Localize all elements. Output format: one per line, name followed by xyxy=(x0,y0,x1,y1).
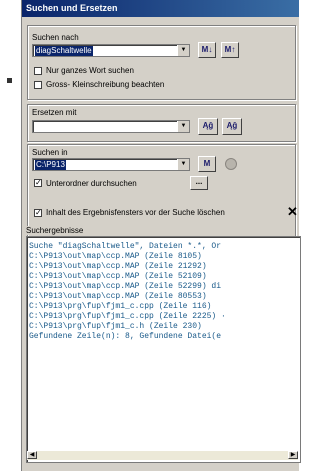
binoculars-down-icon: M↓ xyxy=(201,45,213,54)
result-line[interactable]: C:\P913\out\map\ccp.MAP (Zeile 52299) di xyxy=(29,282,221,292)
results-pane[interactable]: Suche "diagSchaltwelle", Dateien *.*, Or… xyxy=(26,236,301,463)
clear-results-label: Inhalt des Ergebnisfensters vor der Such… xyxy=(46,208,225,217)
close-icon[interactable]: ✕ xyxy=(287,205,298,219)
find-replace-dialog: Suchen und Ersetzen Suchen nach diagScha… xyxy=(21,0,301,471)
replace-all-icon: Ąĝ xyxy=(226,121,238,130)
find-up-button[interactable]: M↑ xyxy=(221,42,239,58)
result-line[interactable]: Suche "diagSchaltwelle", Dateien *.*, Or xyxy=(29,242,221,252)
whole-word-checkbox[interactable] xyxy=(34,67,42,75)
find-down-button[interactable]: M↓ xyxy=(198,42,216,58)
binoculars-up-icon: M↑ xyxy=(224,45,236,54)
binoculars-icon: M xyxy=(203,159,211,168)
chevron-down-icon[interactable]: ▼ xyxy=(177,121,189,132)
match-case-label: Gross- Kleinschreibung beachten xyxy=(46,80,165,89)
stop-icon[interactable] xyxy=(225,158,237,170)
result-line[interactable]: C:\P913\out\map\ccp.MAP (Zeile 21292) xyxy=(29,262,207,272)
search-label: Suchen nach xyxy=(32,33,79,42)
search-value: diagSchaltwelle xyxy=(35,46,93,56)
match-case-checkbox[interactable] xyxy=(34,81,42,89)
horizontal-scrollbar[interactable]: ◀ ▶ xyxy=(27,451,298,460)
results-label: Suchergebnisse xyxy=(26,226,84,235)
search-in-input[interactable]: C:\P913 ▼ xyxy=(32,158,190,171)
search-in-label: Suchen in xyxy=(32,148,68,157)
whole-word-label: Nur ganzes Wort suchen xyxy=(46,66,134,75)
replace-all-button[interactable]: Ąĝ xyxy=(222,118,242,135)
dialog-title: Suchen und Ersetzen xyxy=(22,0,299,17)
replace-label: Ersetzen mit xyxy=(32,108,77,117)
background-marker xyxy=(7,78,12,83)
subfolders-label: Unterordner durchsuchen xyxy=(46,179,137,188)
result-line[interactable]: Gefundene Zeile(n): 8, Gefundene Datei(e xyxy=(29,332,221,342)
scroll-right-icon[interactable]: ▶ xyxy=(288,451,298,459)
result-line[interactable]: C:\P913\out\map\ccp.MAP (Zeile 52109) xyxy=(29,272,207,282)
replace-icon: Ąĝ xyxy=(202,121,214,130)
background-window-edge xyxy=(0,0,20,471)
result-line[interactable]: C:\P913\prg\fup\fjm1_c.cpp (Zeile 2225) … xyxy=(29,312,226,322)
chevron-down-icon[interactable]: ▼ xyxy=(177,159,189,170)
replace-input[interactable]: ▼ xyxy=(32,120,190,133)
result-line[interactable]: C:\P913\out\map\ccp.MAP (Zeile 80553) xyxy=(29,292,207,302)
clear-results-checkbox[interactable]: ✓ xyxy=(34,209,42,217)
result-line[interactable]: C:\P913\out\map\ccp.MAP (Zeile 8105) xyxy=(29,252,202,262)
search-in-value: C:\P913 xyxy=(35,160,66,170)
find-in-files-button[interactable]: M xyxy=(198,156,216,172)
chevron-down-icon[interactable]: ▼ xyxy=(177,45,189,56)
result-line[interactable]: C:\P913\prg\fup\fjm1_c.cpp (Zeile 116) xyxy=(29,302,211,312)
search-input[interactable]: diagSchaltwelle ▼ xyxy=(32,44,190,57)
browse-button[interactable]: ... xyxy=(190,176,208,190)
result-line[interactable]: C:\P913\prg\fup\fjm1_c.h (Zeile 230) xyxy=(29,322,202,332)
scroll-left-icon[interactable]: ◀ xyxy=(27,451,37,459)
subfolders-checkbox[interactable]: ✓ xyxy=(34,179,42,187)
replace-button[interactable]: Ąĝ xyxy=(198,118,218,135)
